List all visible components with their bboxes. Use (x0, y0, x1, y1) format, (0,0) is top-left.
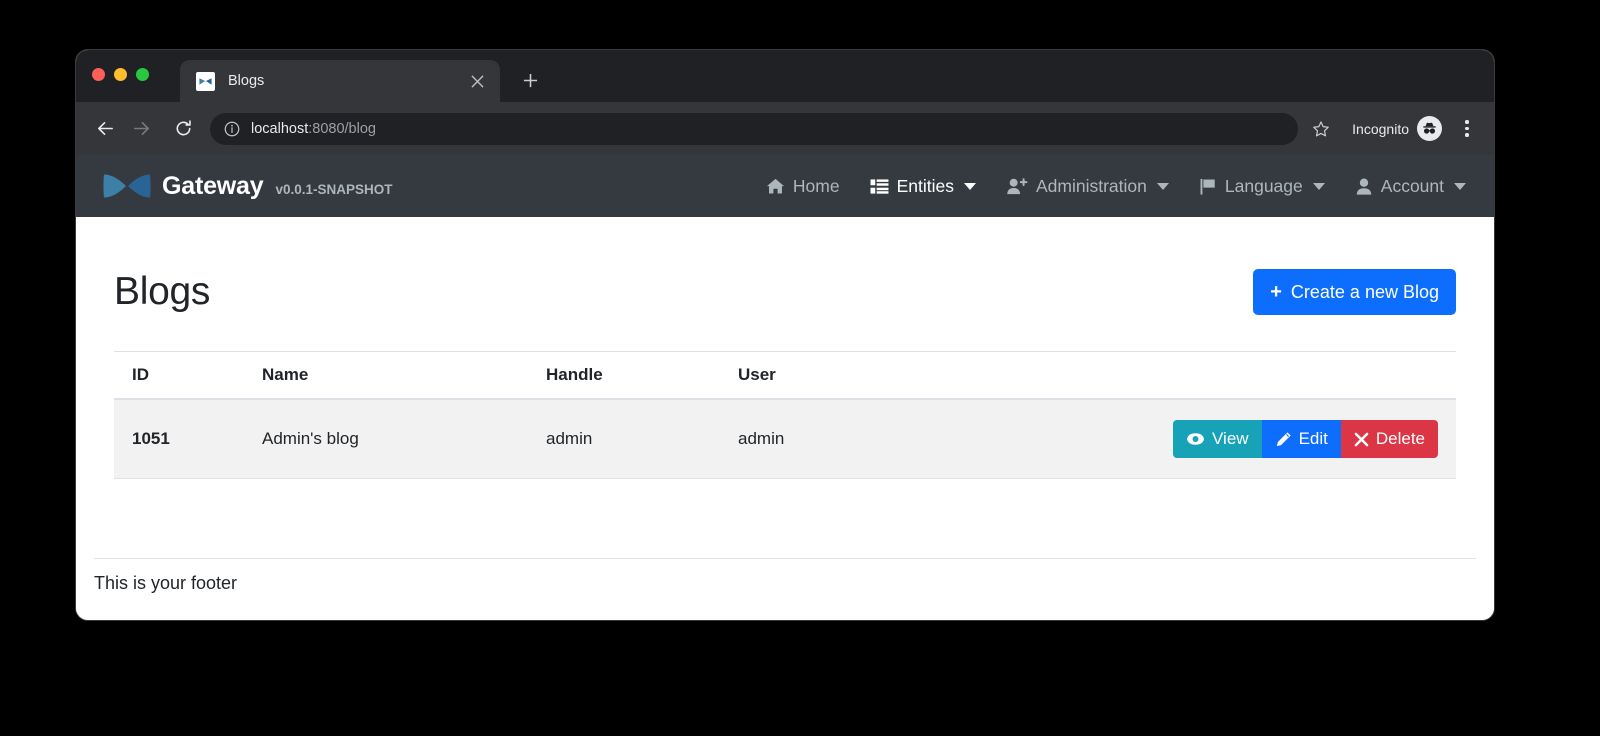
eye-icon (1186, 432, 1205, 446)
cell-id[interactable]: 1051 (114, 399, 262, 479)
home-icon (766, 177, 785, 196)
arrow-left-icon[interactable] (88, 112, 122, 146)
incognito-icon (1417, 116, 1442, 141)
nav-item-entities[interactable]: Entities (870, 176, 976, 197)
nav-item-administration-label: Administration (1036, 176, 1147, 197)
nav-item-home-label: Home (793, 176, 840, 197)
nav-item-language-label: Language (1225, 176, 1303, 197)
cell-name: Admin's blog (262, 399, 546, 479)
view-button-label: View (1212, 429, 1249, 449)
close-icon[interactable] (466, 70, 488, 92)
star-icon[interactable] (1306, 114, 1336, 144)
chevron-down-icon (964, 183, 976, 190)
address-bar[interactable]: localhost:8080/blog (210, 113, 1298, 145)
table-body: 1051 Admin's blog admin admin (114, 399, 1456, 479)
reload-icon[interactable] (166, 112, 200, 146)
chevron-down-icon (1313, 183, 1325, 190)
window-minimize-button[interactable] (114, 68, 127, 81)
column-header-user[interactable]: User (738, 352, 1068, 400)
navbar-links: Home Entities (766, 176, 1466, 197)
browser-tabstrip: Blogs (76, 50, 1494, 102)
page-header: Blogs + Create a new Blog (114, 217, 1456, 333)
browser-window: Blogs (76, 50, 1494, 620)
create-a-new-blog-button[interactable]: + Create a new Blog (1253, 269, 1456, 315)
jhipster-bowtie-logo (102, 171, 152, 201)
edit-button[interactable]: Edit (1262, 420, 1341, 458)
browser-toolbar: localhost:8080/blog Incognito (76, 102, 1494, 155)
cell-actions: View Edit (1068, 399, 1456, 479)
column-header-name[interactable]: Name (262, 352, 546, 400)
table-row: 1051 Admin's blog admin admin (114, 399, 1456, 479)
delete-button[interactable]: Delete (1341, 420, 1438, 458)
pencil-icon (1275, 431, 1292, 448)
nav-item-entities-label: Entities (897, 176, 954, 197)
window-close-button[interactable] (92, 68, 105, 81)
chevron-down-icon (1157, 183, 1169, 190)
table-header: ID Name Handle User (114, 352, 1456, 400)
table-header-row: ID Name Handle User (114, 352, 1456, 400)
page-viewport: Gateway v0.0.1-SNAPSHOT Home (76, 155, 1494, 620)
column-header-actions (1068, 352, 1456, 400)
user-plus-icon (1006, 177, 1028, 196)
window-zoom-button[interactable] (136, 68, 149, 81)
plus-icon: + (1270, 282, 1282, 302)
new-tab-button[interactable] (516, 66, 544, 94)
cell-user: admin (738, 399, 1068, 479)
list-alt-icon (870, 178, 889, 195)
row-action-buttons: View Edit (1173, 420, 1438, 458)
chevron-down-icon (1454, 183, 1466, 190)
incognito-label: Incognito (1352, 121, 1409, 137)
nav-item-administration[interactable]: Administration (1006, 176, 1169, 197)
info-circle-icon[interactable] (224, 121, 240, 137)
address-bar-host: localhost (251, 121, 308, 137)
nav-item-account-label: Account (1381, 176, 1444, 197)
view-button[interactable]: View (1173, 420, 1262, 458)
site-footer: This is your footer (76, 558, 1494, 620)
three-dots-vertical-icon[interactable] (1454, 114, 1480, 144)
edit-button-label: Edit (1299, 429, 1328, 449)
incognito-indicator[interactable]: Incognito (1352, 116, 1442, 141)
cell-handle: admin (546, 399, 738, 479)
arrow-right-icon (124, 112, 158, 146)
navbar-brand[interactable]: Gateway v0.0.1-SNAPSHOT (102, 171, 392, 201)
page-title: Blogs (114, 270, 210, 314)
column-header-id[interactable]: ID (114, 352, 262, 400)
page-content: Blogs + Create a new Blog ID Name Handle… (76, 217, 1494, 479)
navbar-brand-name: Gateway (162, 172, 263, 201)
nav-item-language[interactable]: Language (1199, 176, 1325, 197)
browser-tab[interactable]: Blogs (180, 60, 500, 102)
column-header-handle[interactable]: Handle (546, 352, 738, 400)
nav-item-account[interactable]: Account (1355, 176, 1466, 197)
blogs-table: ID Name Handle User 1051 Admin's blog ad… (114, 351, 1456, 479)
delete-button-label: Delete (1376, 429, 1425, 449)
address-bar-path: :8080/blog (308, 121, 376, 137)
site-navbar: Gateway v0.0.1-SNAPSHOT Home (76, 155, 1494, 217)
times-icon (1354, 432, 1369, 447)
footer-text: This is your footer (94, 559, 1476, 594)
create-button-label: Create a new Blog (1291, 282, 1439, 303)
flag-icon (1199, 177, 1217, 196)
nav-item-home[interactable]: Home (766, 176, 840, 197)
jhipster-bowtie-favicon (196, 72, 215, 91)
address-bar-url: localhost:8080/blog (251, 121, 376, 137)
user-icon (1355, 177, 1373, 196)
window-traffic-lights (92, 68, 149, 81)
browser-tab-title: Blogs (228, 73, 466, 89)
navbar-brand-version: v0.0.1-SNAPSHOT (275, 182, 392, 197)
